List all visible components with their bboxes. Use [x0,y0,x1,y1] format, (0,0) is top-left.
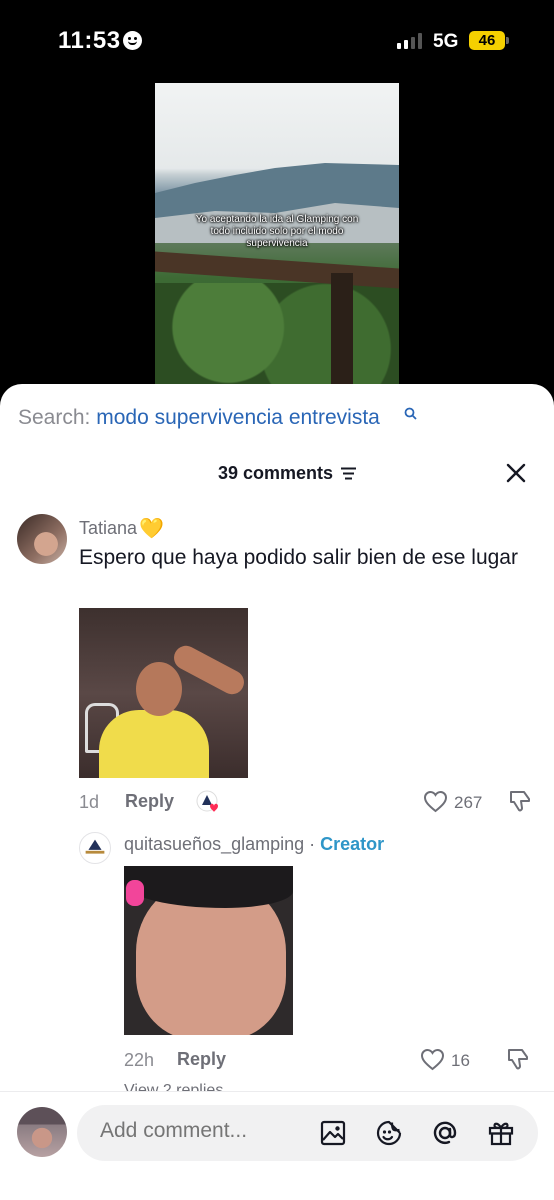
reply-reply-button[interactable]: Reply [177,1049,226,1070]
comments-sheet: Search: modo supervivencia entrevista 39… [0,384,554,1200]
reply-like-count: 16 [451,1051,470,1070]
heart-icon[interactable] [423,790,448,813]
signal-icon [397,33,422,49]
comment-age: 1d [79,792,100,812]
creator-badge: Creator [320,834,385,854]
search-query[interactable]: modo supervivencia entrevista [96,406,380,429]
sticker-icon[interactable] [374,1118,404,1148]
smiley-icon [123,31,142,50]
comment-gif[interactable] [79,608,248,778]
trees [155,283,399,388]
thumbs-down-icon[interactable] [506,1047,531,1072]
comment-username[interactable]: Tatiana 💛 [79,516,164,541]
avatar[interactable] [17,514,67,564]
comment-count: 39 comments [218,463,334,483]
gift-icon[interactable] [486,1118,516,1148]
username-text: Tatiana [79,518,138,538]
status-bar: 11:53 5G 46 [0,0,554,80]
user-avatar[interactable] [17,1107,67,1157]
liked-by-creator-icon [196,790,218,812]
reply-gif[interactable] [124,866,293,1035]
close-icon[interactable] [505,462,527,484]
comments-header: 39 comments [0,458,554,488]
network-type: 5G [433,31,459,52]
comment-composer [0,1091,554,1200]
like-count: 267 [454,793,483,812]
search-prefix: Search: [18,406,91,429]
heart-icon[interactable] [420,1048,445,1071]
comment-input[interactable] [100,1119,300,1143]
filter-icon[interactable] [341,467,356,480]
image-icon[interactable] [318,1118,348,1148]
video-caption: Yo aceptando la ida al Glamping con todo… [195,214,359,249]
railing-post [331,273,353,388]
comment-text: Espero que haya podido salir bien de ese… [79,546,518,569]
mention-icon[interactable] [430,1118,460,1148]
search-icon[interactable] [404,407,417,420]
creator-avatar[interactable] [79,832,111,864]
thumbs-down-icon[interactable] [508,789,533,814]
reply-button[interactable]: Reply [125,791,174,812]
comment-input-box[interactable] [77,1105,538,1161]
battery-tip [506,37,509,44]
search-suggestion[interactable]: Search: modo supervivencia entrevista [18,406,417,430]
separator: · [304,834,321,854]
reply-age: 22h [124,1050,155,1070]
reply-username[interactable]: quitasueños_glamping · Creator [124,834,384,855]
video-player[interactable]: Yo aceptando la ida al Glamping con todo… [155,83,399,388]
battery-icon: 46 [469,31,505,50]
reply-username-text: quitasueños_glamping [124,834,305,854]
clock: 11:53 [58,27,121,54]
heart-emoji: 💛 [139,518,164,540]
